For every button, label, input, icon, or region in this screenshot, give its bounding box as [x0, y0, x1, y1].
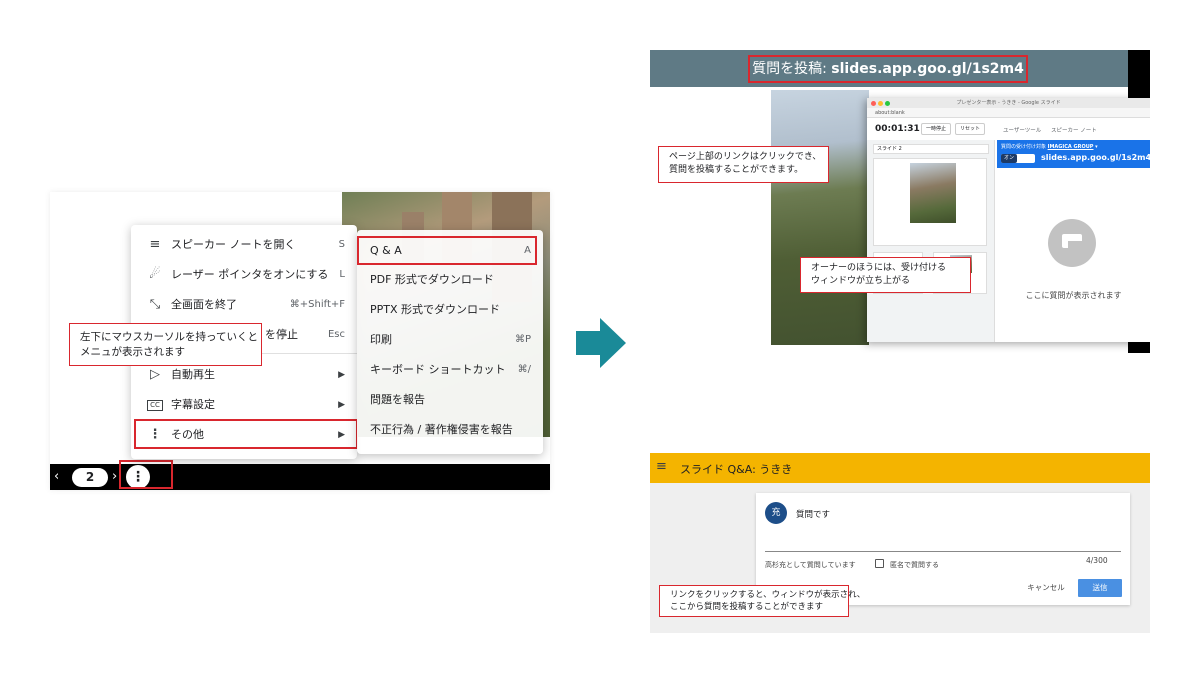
presenter-screenshot: 質問を投稿: slides.app.goo.gl/1s2m4 ページ上部のリンク…	[650, 50, 1150, 353]
qa-screenshot: ≡ スライド Q&A: うきき 充 質問です 4/300 高杉充として質問してい…	[650, 453, 1150, 633]
menu-icon[interactable]: ≡	[656, 459, 667, 474]
submenu-item-label: PDF 形式でダウンロード	[370, 273, 494, 286]
submenu-item-print[interactable]: 印刷 ⌘P	[357, 325, 543, 355]
submenu-item-pptx[interactable]: PPTX 形式でダウンロード	[357, 295, 543, 325]
presentation-timer: 00:01:31	[875, 124, 920, 134]
menu-item-label: を停止	[265, 328, 298, 341]
window-title: プレゼンター表示 - うきき - Google スライド	[956, 100, 1061, 106]
asker-label: 高杉充として質問しています	[765, 561, 856, 569]
menu-item-shortcut: Esc	[327, 329, 345, 340]
anonymous-checkbox[interactable]	[875, 559, 884, 568]
menu-item-label: レーザー ポインタをオンにする	[171, 268, 329, 281]
qa-item-highlight	[357, 236, 537, 265]
toggle-on-label: オン	[1001, 154, 1017, 163]
callout-owner-hint: オーナーのほうには、受け付ける ウィンドウが立ち上がる	[800, 257, 971, 293]
receiving-text: 質問の受け付け対象	[1001, 144, 1048, 150]
qa-title: スライド Q&A: うきき	[680, 463, 793, 476]
current-slide-thumbnail[interactable]	[873, 158, 987, 246]
chat-bubble-cutout	[1068, 241, 1082, 251]
slide-selector[interactable]: スライド 2	[873, 144, 989, 154]
menu-item-laser-pointer[interactable]: ☄ レーザー ポインタをオンにする L	[131, 260, 357, 290]
qa-header-bar: ≡ スライド Q&A: うきき	[650, 453, 1150, 483]
callout-submit-hint: リンクをクリックすると、ウィンドウが表示され、 ここから質問を投稿することができ…	[659, 585, 866, 617]
submenu-item-label: PPTX 形式でダウンロード	[370, 303, 501, 316]
submenu-item-shortcuts[interactable]: キーボード ショートカット ⌘/	[357, 355, 543, 385]
thumbnail-photo	[910, 163, 956, 223]
chat-icon	[1048, 219, 1096, 267]
menu-item-shortcut: S	[338, 239, 345, 250]
qa-link-url[interactable]: slides.app.goo.gl/1s2m4	[831, 61, 1024, 77]
send-button[interactable]: 送信	[1078, 579, 1122, 597]
address-bar[interactable]: about:blank	[867, 108, 1150, 118]
zoom-window-icon[interactable]	[885, 101, 890, 106]
notes-icon: ≡	[149, 237, 161, 252]
callout-text: オーナーのほうには、受け付ける	[811, 263, 947, 273]
menu-item-shortcut: L	[339, 269, 345, 280]
avatar: 充	[765, 502, 787, 524]
submenu-item-label: 問題を報告	[370, 393, 425, 406]
qa-link[interactable]: slides.app.goo.gl/1s2m4	[1041, 153, 1150, 162]
callout-text: リンクをクリックすると、ウィンドウが表示され、	[670, 590, 866, 600]
slide-panel: スライド 2 タイトル	[867, 140, 995, 342]
presenter-view-window: プレゼンター表示 - うきき - Google スライド about:blank…	[867, 98, 1150, 342]
exit-fullscreen-icon: ⤡	[149, 297, 161, 312]
previous-slide-icon[interactable]: ‹	[54, 467, 68, 487]
question-input[interactable]: 質問です	[796, 508, 830, 520]
minimize-window-icon[interactable]	[878, 101, 883, 106]
cancel-button[interactable]: キャンセル	[1024, 580, 1068, 596]
qa-toggle[interactable]: オン	[1001, 154, 1035, 163]
empty-questions-text: ここに質問が表示されます	[1025, 291, 1122, 300]
slide-photo	[771, 90, 869, 345]
slide-number[interactable]: 2	[72, 468, 108, 487]
character-counter: 4/300	[1086, 556, 1108, 565]
anonymous-label[interactable]: 匿名で質問する	[890, 560, 939, 570]
callout-text: ページ上部のリンクはクリックでき、	[669, 152, 822, 162]
qa-active-bar: 質問の受け付け対象 IMAGICA GROUP ▾ オン slides.app.…	[997, 140, 1150, 168]
submenu-item-label: キーボード ショートカット	[370, 363, 506, 376]
submenu-arrow-icon: ▶	[338, 400, 345, 410]
menu-item-speaker-notes[interactable]: ≡ スピーカー ノートを開く S	[131, 230, 357, 260]
qa-link-prefix: 質問を投稿:	[752, 61, 832, 77]
submenu-item-shortcut: ⌘/	[517, 364, 531, 375]
callout-text: 質問を投稿することができます。	[669, 165, 804, 175]
menu-item-shortcut: ⌘+Shift+F	[289, 299, 345, 310]
callout-text: 左下にマウスカーソルを持っていくと	[80, 331, 258, 343]
callout-link-hint: ページ上部のリンクはクリックでき、 質問を投稿することができます。	[658, 146, 829, 183]
submenu-item-label: 印刷	[370, 333, 392, 346]
more-button-highlight	[119, 460, 173, 489]
more-item-highlight	[134, 419, 358, 449]
tab-speaker-notes[interactable]: スピーカー ノート	[1051, 126, 1097, 134]
close-window-icon[interactable]	[871, 101, 876, 106]
tab-user-tools[interactable]: ユーザーツール	[1003, 126, 1041, 134]
reset-button[interactable]: リセット	[955, 123, 985, 135]
menu-item-label: スピーカー ノートを開く	[171, 238, 296, 251]
qa-panel: 質問の受け付け対象 IMAGICA GROUP ▾ オン slides.app.…	[997, 140, 1150, 342]
receiving-label: 質問の受け付け対象 IMAGICA GROUP ▾	[1001, 143, 1098, 150]
menu-item-label: 字幕設定	[171, 398, 215, 411]
right-arrow-icon	[576, 318, 626, 368]
chevron-down-icon[interactable]: ▾	[1093, 144, 1098, 150]
menu-item-exit-fullscreen[interactable]: ⤡ 全画面を終了 ⌘+Shift+F	[131, 290, 357, 320]
callout-menu-hint: 左下にマウスカーソルを持っていくと メニュが表示されます	[69, 323, 262, 366]
submenu-item-report-abuse[interactable]: 不正行為 / 著作権侵害を報告	[357, 415, 543, 445]
receiving-group[interactable]: IMAGICA GROUP	[1048, 144, 1094, 150]
callout-text: メニュが表示されます	[80, 346, 185, 358]
callout-text: ここから質問を投稿することができます	[670, 602, 824, 612]
qa-link-title[interactable]: 質問を投稿: slides.app.goo.gl/1s2m4	[748, 55, 1028, 83]
input-underline	[765, 551, 1121, 552]
window-titlebar: プレゼンター表示 - うきき - Google スライド	[867, 98, 1150, 108]
submenu-arrow-icon: ▶	[338, 370, 345, 380]
submenu-item-shortcut: ⌘P	[514, 334, 531, 345]
callout-text: ウィンドウが立ち上がる	[811, 276, 911, 286]
pause-button[interactable]: 一時停止	[921, 123, 951, 135]
submenu-item-pdf[interactable]: PDF 形式でダウンロード	[357, 265, 543, 295]
menu-item-captions[interactable]: CC 字幕設定 ▶	[131, 390, 357, 420]
submenu-item-label: 不正行為 / 著作権侵害を報告	[370, 423, 513, 436]
captions-icon: CC	[147, 400, 163, 411]
submenu-item-report-problem[interactable]: 問題を報告	[357, 385, 543, 415]
menu-item-label: 全画面を終了	[171, 298, 237, 311]
laser-pointer-icon: ☄	[149, 267, 161, 282]
